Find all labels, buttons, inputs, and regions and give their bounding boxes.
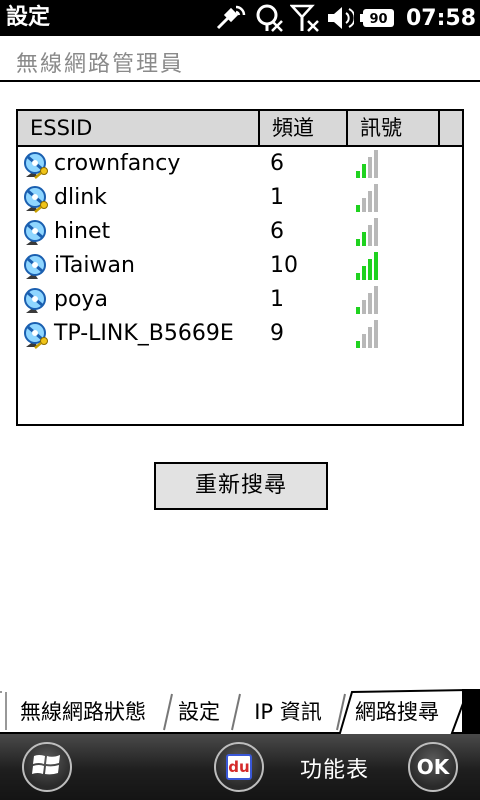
network-channel: 6 [270,219,284,244]
sync-off-icon [254,3,284,33]
column-header-essid[interactable]: ESSID [18,111,260,145]
start-button[interactable] [22,742,72,792]
wifi-icon [22,253,52,281]
secured-wifi-icon [22,151,52,179]
network-row[interactable]: crownfancy 6 [18,147,462,181]
network-rows: crownfancy 6 dlink 1 hinet 6 iTaiwan 10 poya 1 TP-… [18,147,462,351]
network-channel: 1 [270,185,284,210]
wifi-icon [22,287,52,315]
network-essid: TP-LINK_B5669E [54,321,234,346]
network-essid: crownfancy [54,151,181,176]
secured-wifi-icon [22,321,52,349]
baidu-app-icon: du [226,754,252,780]
tab-network-search[interactable]: 網路搜尋 [344,692,450,732]
app-title[interactable]: 設定 [6,4,50,32]
tab-ip-info[interactable]: IP 資訊 [240,692,336,732]
column-header-channel[interactable]: 頻道 [260,111,348,145]
page-header: 無線網路管理員 [0,36,480,82]
ok-label: OK [416,755,450,779]
menu-button[interactable]: 功能表 [300,752,369,784]
status-bar: 設定 90 07:58 [0,0,480,36]
windows-logo-icon [32,750,62,784]
column-header-signal[interactable]: 訊號 [348,111,440,145]
network-channel: 9 [270,321,284,346]
network-row[interactable]: hinet 6 [18,215,462,249]
clock: 07:58 [405,5,476,31]
network-essid: poya [54,287,108,312]
tab-bar: 無線網路狀態 設定 IP 資訊 網路搜尋 [0,686,480,734]
status-icons[interactable]: 90 07:58 [214,3,476,33]
signal-strength-icon [354,218,382,246]
page-title: 無線網路管理員 [16,52,185,77]
no-signal-icon [289,3,320,33]
signal-strength-icon [354,286,382,314]
volume-icon [326,4,354,32]
network-row[interactable]: dlink 1 [18,181,462,215]
bottom-bar: du 功能表 OK [0,734,480,800]
secured-wifi-icon [22,185,52,213]
wifi-icon [22,219,52,247]
tab-settings[interactable]: 設定 [168,692,230,732]
network-essid: iTaiwan [54,253,135,278]
signal-strength-icon [354,150,382,178]
refresh-button[interactable]: 重新搜尋 [154,462,328,510]
battery-icon: 90 [359,7,396,29]
list-header: ESSID 頻道 訊號 [18,111,462,147]
network-channel: 6 [270,151,284,176]
network-essid: hinet [54,219,111,244]
signal-strength-icon [354,320,382,348]
network-list[interactable]: ESSID 頻道 訊號 crownfancy 6 dlink 1 hinet 6 iTaiw… [16,109,464,426]
signal-strength-icon [354,184,382,212]
ok-button[interactable]: OK [408,742,458,792]
network-channel: 1 [270,287,284,312]
baidu-app-button[interactable]: du [214,742,264,792]
network-row[interactable]: poya 1 [18,283,462,317]
network-essid: dlink [54,185,107,210]
tab-wireless-status[interactable]: 無線網路狀態 [4,692,162,732]
satellite-signal-icon [214,4,248,32]
battery-level: 90 [369,12,387,27]
network-row[interactable]: iTaiwan 10 [18,249,462,283]
column-header-filler [440,111,462,145]
network-channel: 10 [270,253,298,278]
signal-strength-icon [354,252,382,280]
network-row[interactable]: TP-LINK_B5669E 9 [18,317,462,351]
